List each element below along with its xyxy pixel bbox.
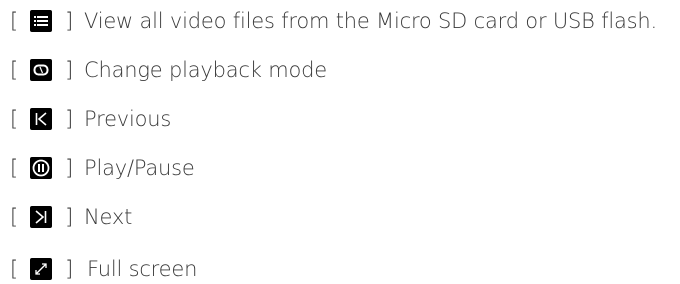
close-bracket: ] (65, 155, 74, 180)
legend-row-play-pause: [ ] Play/Pause (10, 153, 195, 183)
pause-icon (30, 157, 52, 179)
fullscreen-icon (30, 258, 52, 280)
repeat-icon (30, 59, 52, 81)
open-bracket: [ (10, 106, 19, 131)
legend-label-playback-mode: Change playback mode (84, 58, 327, 82)
close-bracket: ] (65, 57, 74, 82)
legend-label-previous: Previous (84, 107, 172, 131)
previous-icon (30, 108, 52, 130)
legend-row-list: [ ] View all video files from the Micro … (10, 6, 657, 36)
legend-label-full-screen: Full screen (87, 257, 198, 281)
legend-row-previous: [ ] Previous (10, 104, 171, 134)
next-icon (30, 206, 52, 228)
open-bracket: [ (10, 57, 19, 82)
legend-label-list: View all video files from the Micro SD c… (84, 9, 658, 33)
open-bracket: [ (10, 8, 19, 33)
open-bracket: [ (10, 155, 19, 180)
close-bracket: ] (65, 106, 74, 131)
open-bracket: [ (10, 204, 19, 229)
legend-label-play-pause: Play/Pause (84, 156, 195, 180)
legend-row-next: [ ] Next (10, 202, 132, 232)
close-bracket: ] (65, 204, 74, 229)
close-bracket: ] (65, 8, 74, 33)
legend-row-full-screen: [ ] Full screen (10, 254, 197, 284)
list-icon (30, 10, 52, 32)
close-bracket: ] (65, 256, 74, 281)
open-bracket: [ (10, 256, 19, 281)
legend-row-playback-mode: [ ] Change playback mode (10, 55, 327, 85)
legend-label-next: Next (84, 205, 133, 229)
